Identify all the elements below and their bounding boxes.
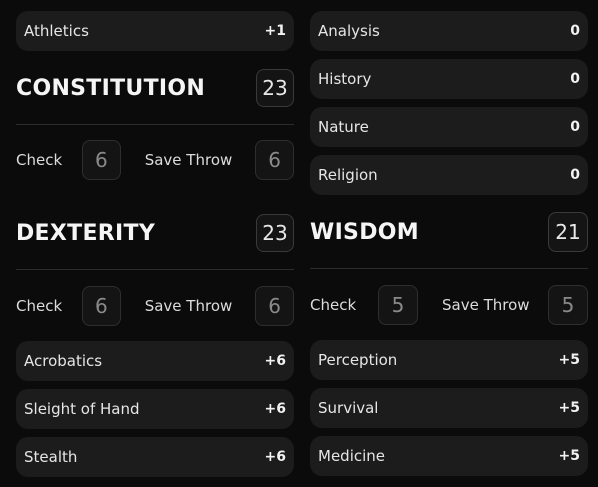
skill-label: Survival bbox=[318, 399, 379, 417]
ability-score[interactable]: 21 bbox=[548, 212, 588, 252]
skill-modifier: 0 bbox=[570, 119, 580, 135]
skill-modifier: +1 bbox=[264, 23, 286, 39]
ability-name: WISDOM bbox=[310, 219, 419, 245]
save-throw-label: Save Throw bbox=[442, 296, 530, 314]
constitution-checks: Check 6 Save Throw 6 bbox=[16, 140, 295, 180]
skill-analysis[interactable]: Analysis 0 bbox=[310, 11, 588, 51]
skill-label: Medicine bbox=[318, 447, 386, 465]
skill-modifier: +6 bbox=[264, 449, 286, 465]
check-value[interactable]: 6 bbox=[81, 286, 121, 326]
skill-label: Religion bbox=[318, 166, 378, 184]
skill-modifier: +6 bbox=[264, 401, 286, 417]
skill-modifier: +5 bbox=[558, 448, 580, 464]
check-label: Check bbox=[16, 151, 63, 169]
save-throw-label: Save Throw bbox=[144, 297, 233, 315]
check-label: Check bbox=[16, 297, 63, 315]
wisdom-checks: Check 5 Save Throw 5 bbox=[310, 285, 588, 325]
skill-athletics[interactable]: Athletics +1 bbox=[16, 11, 294, 51]
save-throw-label: Save Throw bbox=[144, 151, 233, 169]
skill-label: Nature bbox=[318, 118, 369, 136]
ability-dexterity-header: DEXTERITY 23 bbox=[16, 211, 294, 255]
skill-acrobatics[interactable]: Acrobatics +6 bbox=[16, 341, 294, 381]
ability-score[interactable]: 23 bbox=[256, 214, 294, 252]
skill-perception[interactable]: Perception +5 bbox=[310, 340, 588, 380]
dexterity-checks: Check 6 Save Throw 6 bbox=[16, 286, 295, 326]
check-value[interactable]: 6 bbox=[81, 140, 121, 180]
skill-history[interactable]: History 0 bbox=[310, 59, 588, 99]
skill-nature[interactable]: Nature 0 bbox=[310, 107, 588, 147]
skill-modifier: +5 bbox=[558, 400, 580, 416]
save-throw-value[interactable]: 6 bbox=[255, 140, 295, 180]
skill-medicine[interactable]: Medicine +5 bbox=[310, 436, 588, 476]
skill-label: Sleight of Hand bbox=[24, 400, 140, 418]
skill-religion[interactable]: Religion 0 bbox=[310, 155, 588, 195]
skill-label: Acrobatics bbox=[24, 352, 103, 370]
save-throw-value[interactable]: 6 bbox=[255, 286, 295, 326]
ability-constitution-header: CONSTITUTION 23 bbox=[16, 66, 294, 110]
check-label: Check bbox=[310, 296, 357, 314]
ability-wisdom-header: WISDOM 21 bbox=[310, 210, 588, 254]
skill-modifier: 0 bbox=[570, 71, 580, 87]
skill-label: Athletics bbox=[24, 22, 89, 40]
ability-name: DEXTERITY bbox=[16, 220, 156, 246]
divider bbox=[16, 124, 294, 125]
skill-label: History bbox=[318, 70, 372, 88]
divider bbox=[310, 268, 588, 269]
skill-label: Perception bbox=[318, 351, 398, 369]
ability-name: CONSTITUTION bbox=[16, 75, 206, 101]
skill-stealth[interactable]: Stealth +6 bbox=[16, 437, 294, 477]
save-throw-value[interactable]: 5 bbox=[548, 285, 588, 325]
skill-survival[interactable]: Survival +5 bbox=[310, 388, 588, 428]
divider bbox=[16, 269, 294, 270]
skill-label: Stealth bbox=[24, 448, 78, 466]
check-value[interactable]: 5 bbox=[378, 285, 418, 325]
skill-sleight-of-hand[interactable]: Sleight of Hand +6 bbox=[16, 389, 294, 429]
skill-modifier: +5 bbox=[558, 352, 580, 368]
skill-label: Analysis bbox=[318, 22, 380, 40]
ability-score[interactable]: 23 bbox=[256, 69, 294, 107]
skill-modifier: +6 bbox=[264, 353, 286, 369]
skill-modifier: 0 bbox=[570, 167, 580, 183]
skill-modifier: 0 bbox=[570, 23, 580, 39]
